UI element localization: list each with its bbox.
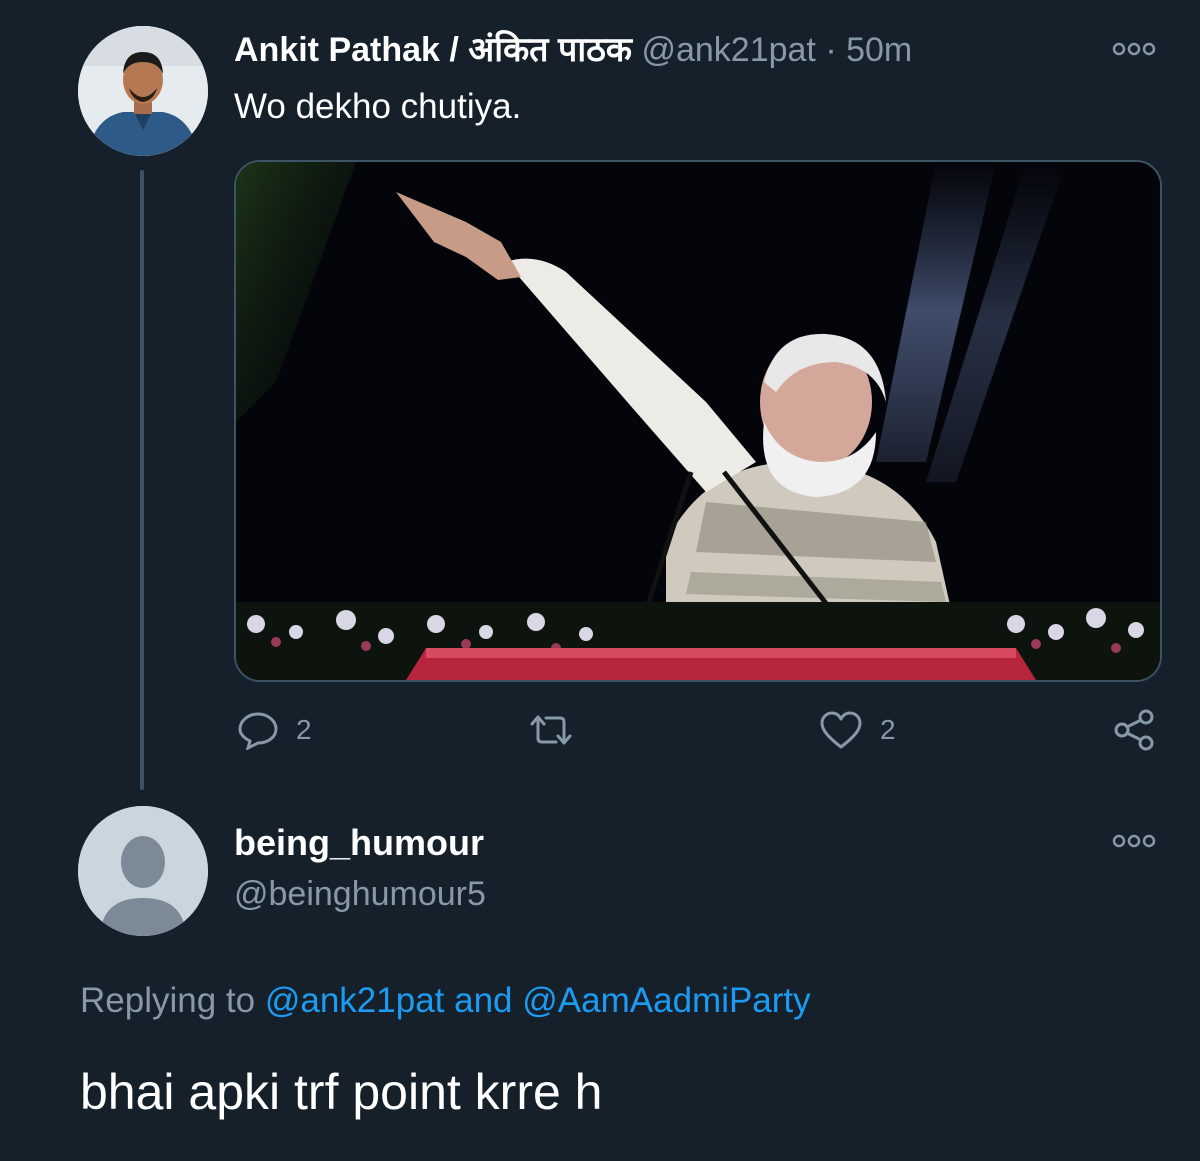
more-dots-icon[interactable]	[1112, 834, 1156, 848]
share-icon	[1114, 709, 1154, 751]
tweet-text: Wo dekho chutiya.	[234, 87, 522, 126]
heart-icon	[820, 711, 862, 749]
reply-count: 2	[296, 714, 312, 745]
more-dots-icon[interactable]	[1112, 42, 1156, 56]
retweet-action[interactable]	[526, 712, 592, 748]
reply-display-name[interactable]: being_humour	[234, 822, 484, 864]
mention-link-aamaadmiparty[interactable]: @AamAadmiParty	[522, 981, 810, 1020]
tweet-header: Ankit Pathak / अंकित पाठक @ank21pat · 50…	[234, 30, 912, 70]
author-handle[interactable]: @ank21pat	[641, 31, 815, 69]
replying-to-label: Replying to	[80, 981, 256, 1020]
reply-action[interactable]: 2	[236, 710, 312, 750]
separator-dot: ·	[825, 31, 837, 69]
like-count: 2	[880, 714, 896, 745]
retweet-icon	[530, 715, 572, 745]
thread-connector-line	[140, 170, 144, 790]
like-action[interactable]: 2	[818, 710, 896, 750]
reply-text: bhai apki trf point krre h	[80, 1064, 603, 1120]
reply-bubble-icon	[238, 712, 278, 750]
reply-author-avatar[interactable]	[78, 806, 208, 936]
mention-conjunction: and	[454, 981, 513, 1020]
reply-handle[interactable]: @beinghumour5	[234, 874, 486, 914]
default-profile-icon	[78, 806, 208, 936]
author-display-name[interactable]: Ankit Pathak / अंकित पाठक	[234, 31, 632, 69]
replying-to-line: Replying to @ank21pat and @AamAadmiParty	[80, 980, 811, 1022]
tweet-author-avatar[interactable]	[78, 26, 208, 156]
mention-link-ank21pat[interactable]: @ank21pat	[265, 981, 445, 1020]
tweet-media-image[interactable]	[234, 160, 1162, 682]
avatar-photo	[78, 26, 208, 156]
tweet-timestamp[interactable]: 50m	[846, 31, 912, 69]
share-action[interactable]	[1112, 708, 1156, 752]
